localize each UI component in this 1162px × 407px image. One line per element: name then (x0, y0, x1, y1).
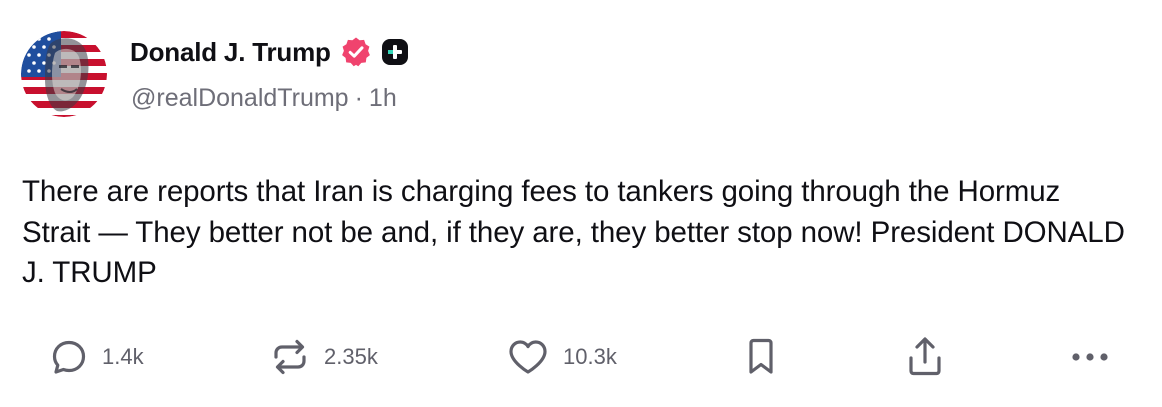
reply-button[interactable]: 1.4k (50, 337, 144, 377)
repost-icon (274, 339, 306, 375)
repost-count: 2.35k (324, 344, 378, 369)
plus-badge-icon (381, 38, 409, 66)
reply-count: 1.4k (102, 344, 144, 369)
post-card: Donald J. Trump @realDonaldTrump · 1h Ther… (0, 0, 1162, 407)
author-handle[interactable]: @realDonaldTrump (131, 84, 349, 112)
action-bar: 1.4k 2.35k 10.3k (0, 337, 1162, 377)
meta-separator: · (354, 84, 363, 112)
reply-icon (52, 340, 86, 374)
avatar[interactable] (21, 31, 107, 117)
verified-badge-icon (340, 36, 372, 68)
heart-icon (509, 340, 547, 374)
like-count: 10.3k (563, 344, 617, 369)
repost-button[interactable]: 2.35k (270, 337, 378, 377)
like-button[interactable]: 10.3k (507, 337, 617, 377)
bookmark-button[interactable] (745, 337, 777, 377)
author-display-name[interactable]: Donald J. Trump (130, 37, 331, 68)
post-timestamp[interactable]: 1h (369, 84, 397, 112)
post-body-text: There are reports that Iran is charging … (22, 175, 1125, 289)
more-icon (1072, 353, 1108, 361)
share-button[interactable] (905, 337, 945, 377)
share-icon (909, 337, 941, 376)
author-name-row: Donald J. Trump (130, 34, 409, 70)
more-options-button[interactable] (1070, 337, 1110, 377)
flag-portrait-icon (21, 31, 107, 117)
bookmark-icon (749, 338, 773, 374)
author-meta: @realDonaldTrump · 1h (131, 84, 397, 113)
